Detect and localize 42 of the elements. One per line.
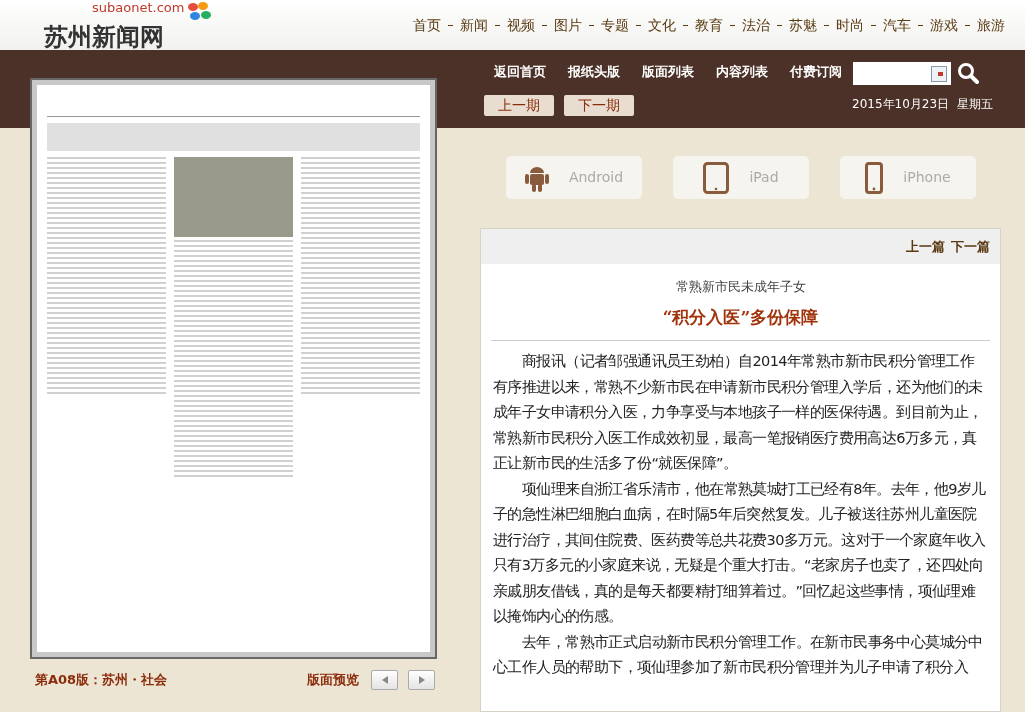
article-title: “积分入医”多份保障 (661, 305, 820, 329)
search-icon[interactable] (957, 62, 979, 84)
article-nav-link[interactable]: 下一篇 (951, 236, 990, 257)
phone-icon (865, 161, 884, 194)
issue-button[interactable]: 下一期 (564, 95, 634, 116)
nav-link[interactable]: 图片 (554, 14, 582, 36)
tablet-icon (703, 161, 730, 194)
logo-text: 苏州新闻网 (44, 23, 164, 51)
article-paragraph: 去年，常熟市正式启动新市民积分管理工作。在新市民事务中心莫城分中心工作人员的帮助下，项仙理参加了新市民积分管理并为儿子申请了积分入 (493, 632, 984, 677)
nav-link[interactable]: 法治 (742, 14, 770, 36)
preview-label: 版面预览 (307, 671, 359, 690)
calendar-icon[interactable] (931, 65, 947, 82)
nav-link[interactable]: 时尚 (836, 14, 864, 36)
nav-link[interactable]: 首页 (413, 14, 441, 36)
next-page-button[interactable] (408, 670, 435, 690)
article-paragraph: 商报讯（记者邹强通讯员王劲柏）自2014年常熟市新市民积分管理工作有序推进以来，常熟不少新市民在申请新市民积分管理入学后，还为他们的未成年子女申请积分入医，力争享受与本地孩子一样的医保待遇。到目前为止，常熟新市民积分入医工作成效初显，最高一笔报销医疗费用高达6万多元，真正让新市民的生活多了份“就医保障”。 (493, 352, 984, 473)
right-triangle-icon (418, 676, 425, 684)
toolbar-link[interactable]: 内容列表 (716, 62, 768, 82)
left-triangle-icon (381, 676, 388, 684)
edition-label: 第A08版：苏州・社会 (35, 671, 168, 690)
toolbar-link[interactable]: 付费订阅 (790, 62, 842, 82)
logo-domain: subaonet.com (92, 1, 185, 15)
toolbar-link[interactable]: 返回首页 (494, 62, 546, 82)
nav-link[interactable]: 苏魅 (789, 14, 817, 36)
toolbar-link[interactable]: 版面列表 (642, 62, 694, 82)
article-subtitle: 常熟新市民未成年子女 (674, 278, 807, 296)
nav-link[interactable]: 文化 (648, 14, 676, 36)
article-paragraph: 项仙理来自浙江省乐清市，他在常熟莫城打工已经有8年。去年，他9岁儿子的急性淋巴细胞白血病，在时隔5年后突然复发。儿子被送往苏州儿童医院进行治疗，其间住院费、医药费等总共花费30多万元。这对于一个家庭年收入只有3万多元的小家庭来说，无疑是个重大打击。“老家房子也卖了，还四处向亲戚朋友借钱，真的是每天都要精打细算着过。”回忆起这些事情，项仙理难以掩饰内心的伤感。 (493, 479, 987, 626)
nav-link[interactable]: 汽车 (883, 14, 911, 36)
prev-page-button[interactable] (371, 670, 398, 690)
nav-link[interactable]: 新闻 (460, 14, 488, 36)
nav-link[interactable]: 教育 (695, 14, 723, 36)
nav-link[interactable]: 旅游 (977, 14, 1005, 36)
issue-button[interactable]: 上一期 (484, 95, 554, 116)
article-nav-link[interactable]: 上一篇 (906, 236, 945, 257)
flower-logo-icon (186, 1, 213, 23)
issue-date: 2015年10月23日 星期五 (852, 96, 993, 113)
nav-link[interactable]: 游戏 (930, 14, 958, 36)
nav-link[interactable]: 专题 (601, 14, 629, 36)
search-field[interactable] (853, 62, 951, 85)
nav-link[interactable]: 视频 (507, 14, 535, 36)
toolbar-link[interactable]: 报纸头版 (568, 62, 620, 82)
